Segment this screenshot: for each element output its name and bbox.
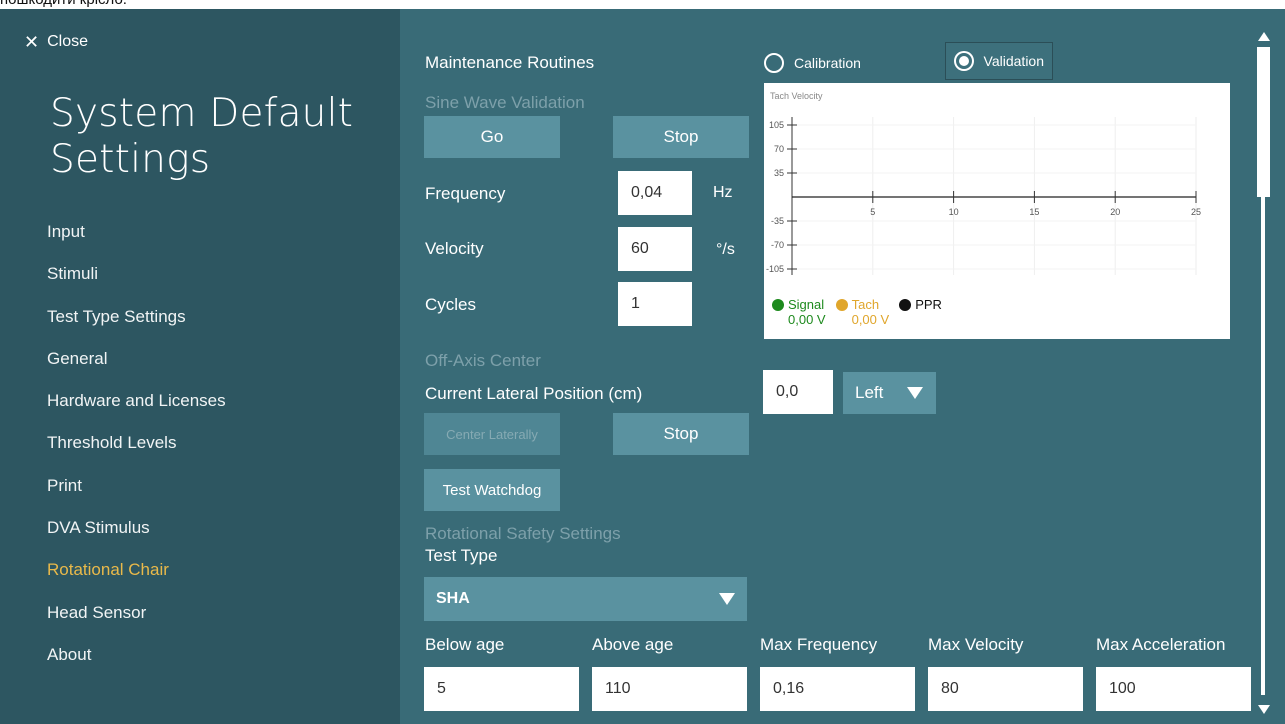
lateral-direction-dropdown[interactable]: Left xyxy=(843,372,936,414)
frequency-label: Frequency xyxy=(425,184,506,203)
calibration-radio[interactable]: Calibration xyxy=(764,45,861,81)
sidebar-item-hardware-and-licenses[interactable]: Hardware and Licenses xyxy=(47,389,367,431)
x-tick-label: 20 xyxy=(1110,207,1120,217)
legend-item-signal: Signal 0,00 V xyxy=(772,297,826,327)
calibration-radio-label: Calibration xyxy=(794,55,861,71)
stop-lateral-button[interactable]: Stop xyxy=(613,413,749,455)
scroll-up-icon[interactable] xyxy=(1258,32,1270,41)
above-age-label: Above age xyxy=(592,635,674,654)
max-frequency-input[interactable] xyxy=(760,667,915,711)
sidebar-item-head-sensor[interactable]: Head Sensor xyxy=(47,601,367,643)
sidebar: ✕ Close System Default Settings Input St… xyxy=(0,9,400,724)
y-tick-label: -35 xyxy=(771,216,784,226)
frequency-unit: Hz xyxy=(713,184,733,201)
max-acceleration-input[interactable] xyxy=(1096,667,1251,711)
current-lateral-position-label: Current Lateral Position (cm) xyxy=(425,384,643,403)
sidebar-nav: Input Stimuli Test Type Settings General… xyxy=(47,220,367,685)
chevron-down-icon xyxy=(907,387,923,399)
signal-dot-icon xyxy=(772,298,784,311)
scroll-track[interactable] xyxy=(1261,197,1265,695)
velocity-input[interactable] xyxy=(618,227,692,271)
ppr-dot-icon xyxy=(899,298,912,311)
y-tick-label: 105 xyxy=(769,120,784,130)
sidebar-item-stimuli[interactable]: Stimuli xyxy=(47,262,367,304)
max-frequency-label: Max Frequency xyxy=(760,635,878,654)
go-button[interactable]: Go xyxy=(424,116,560,158)
sidebar-item-input[interactable]: Input xyxy=(47,220,367,262)
test-type-value: SHA xyxy=(436,590,470,607)
legend-tach-value: 0,00 V xyxy=(851,312,890,327)
above-age-input[interactable] xyxy=(592,667,747,711)
y-tick-label: 35 xyxy=(774,168,784,178)
below-age-input[interactable] xyxy=(424,667,579,711)
test-watchdog-button[interactable]: Test Watchdog xyxy=(424,469,560,511)
tach-velocity-chart: Tach Velocity 105 70 35 -35 -70 -105 5 10 15 20 25 … xyxy=(764,83,1230,339)
tach-dot-icon xyxy=(835,298,848,311)
legend-signal-value: 0,00 V xyxy=(788,312,826,327)
close-button[interactable]: ✕ Close xyxy=(24,31,88,53)
sidebar-item-test-type-settings[interactable]: Test Type Settings xyxy=(47,305,367,347)
page-title: System Default Settings xyxy=(50,91,354,182)
lateral-direction-value: Left xyxy=(855,383,884,402)
sidebar-item-about[interactable]: About xyxy=(47,643,367,685)
rotational-safety-settings-heading: Rotational Safety Settings xyxy=(425,524,621,543)
legend-ppr-label: PPR xyxy=(915,297,942,312)
scroll-down-icon[interactable] xyxy=(1258,705,1270,714)
velocity-unit: °/s xyxy=(716,241,735,258)
frequency-input[interactable] xyxy=(618,171,692,215)
sidebar-item-rotational-chair[interactable]: Rotational Chair xyxy=(47,558,367,600)
test-type-dropdown[interactable]: SHA xyxy=(424,577,747,621)
center-laterally-button[interactable]: Center Laterally xyxy=(424,413,560,455)
x-tick-label: 15 xyxy=(1029,207,1039,217)
max-velocity-input[interactable] xyxy=(928,667,1083,711)
validation-radio[interactable]: Validation xyxy=(945,42,1053,80)
below-age-label: Below age xyxy=(425,635,505,654)
y-tick-label: 70 xyxy=(774,144,784,154)
lateral-position-input[interactable] xyxy=(763,370,833,414)
close-icon: ✕ xyxy=(24,32,40,52)
chart-legend: Signal 0,00 V Tach 0,00 V PPR xyxy=(772,297,942,327)
legend-signal-label: Signal xyxy=(788,297,825,312)
legend-item-tach: Tach 0,00 V xyxy=(835,297,890,327)
validation-radio-label: Validation xyxy=(983,53,1044,69)
scroll-thumb[interactable] xyxy=(1257,47,1270,197)
stop-sine-button[interactable]: Stop xyxy=(613,116,749,158)
off-axis-center-heading: Off-Axis Center xyxy=(425,351,541,370)
x-tick-label: 5 xyxy=(870,207,875,217)
cycles-input[interactable] xyxy=(618,282,692,326)
x-tick-label: 25 xyxy=(1191,207,1201,217)
radio-unselected-icon xyxy=(764,53,784,73)
sine-wave-validation-heading: Sine Wave Validation xyxy=(425,93,585,112)
chart-title: Tach Velocity xyxy=(770,91,823,101)
legend-item-ppr: PPR xyxy=(899,297,942,327)
chevron-down-icon xyxy=(719,593,735,605)
sidebar-item-general[interactable]: General xyxy=(47,347,367,389)
radio-selected-icon xyxy=(954,51,974,71)
legend-tach-label: Tach xyxy=(851,297,880,312)
sidebar-item-print[interactable]: Print xyxy=(47,474,367,516)
y-tick-label: -105 xyxy=(766,264,784,274)
maintenance-routines-heading: Maintenance Routines xyxy=(425,53,595,72)
max-velocity-label: Max Velocity xyxy=(928,635,1024,654)
sidebar-item-dva-stimulus[interactable]: DVA Stimulus xyxy=(47,516,367,558)
velocity-label: Velocity xyxy=(425,239,484,258)
cycles-label: Cycles xyxy=(425,295,477,314)
max-acceleration-label: Max Acceleration xyxy=(1096,635,1226,654)
close-label: Close xyxy=(47,33,88,50)
page-caption-text: пошкодити крісло. xyxy=(0,0,1285,9)
settings-content: Maintenance Routines Calibration Validat… xyxy=(400,9,1285,724)
vertical-scrollbar[interactable] xyxy=(1256,32,1272,715)
x-tick-label: 10 xyxy=(949,207,959,217)
sidebar-item-threshold-levels[interactable]: Threshold Levels xyxy=(47,431,367,473)
test-type-label: Test Type xyxy=(425,546,498,565)
y-tick-label: -70 xyxy=(771,240,784,250)
